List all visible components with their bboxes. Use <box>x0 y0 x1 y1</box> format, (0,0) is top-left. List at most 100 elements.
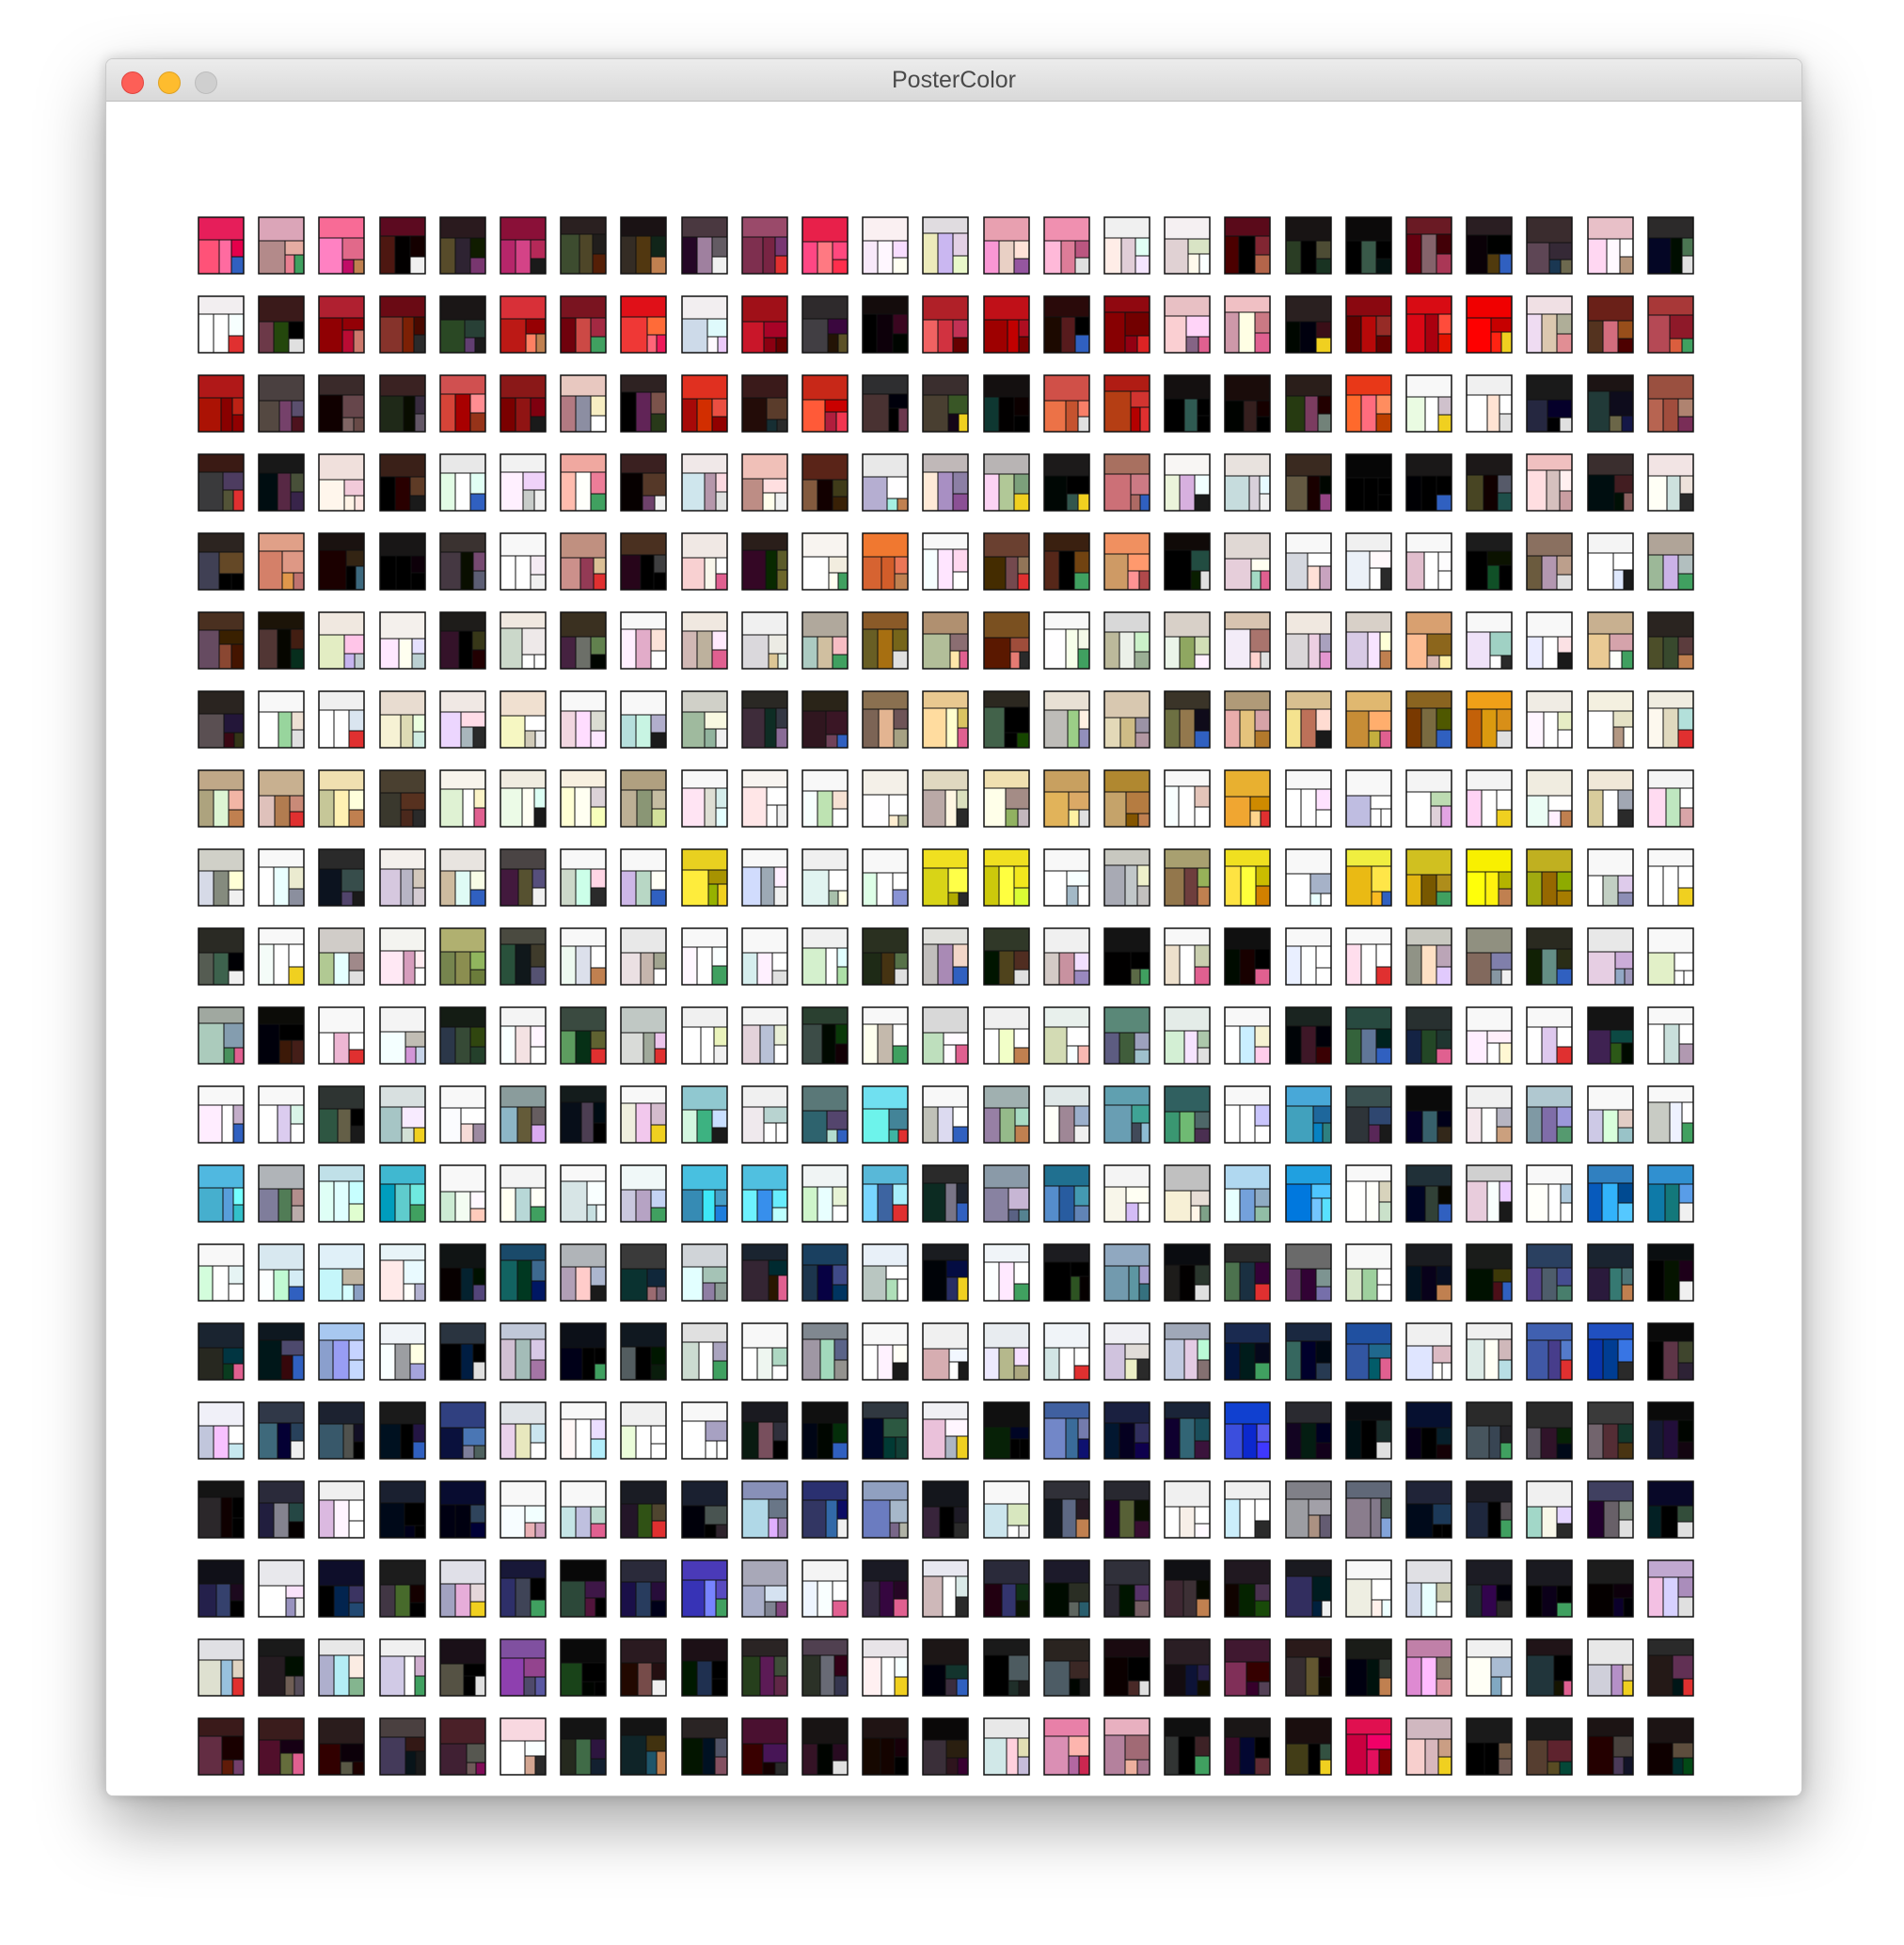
poster-swatch[interactable] <box>379 1717 426 1776</box>
poster-swatch[interactable] <box>1164 927 1211 986</box>
poster-swatch[interactable] <box>500 611 547 670</box>
poster-swatch[interactable] <box>500 1480 547 1539</box>
poster-swatch[interactable] <box>1103 1717 1150 1776</box>
poster-swatch[interactable] <box>801 532 849 591</box>
poster-swatch[interactable] <box>862 1401 909 1460</box>
poster-swatch[interactable] <box>439 1006 486 1065</box>
poster-swatch[interactable] <box>1405 216 1452 275</box>
poster-swatch[interactable] <box>1164 453 1211 512</box>
poster-swatch[interactable] <box>922 453 969 512</box>
poster-swatch[interactable] <box>198 1401 245 1460</box>
poster-swatch[interactable] <box>1285 532 1332 591</box>
poster-swatch[interactable] <box>560 216 607 275</box>
poster-swatch[interactable] <box>1103 216 1150 275</box>
poster-swatch[interactable] <box>1526 1164 1573 1223</box>
poster-swatch[interactable] <box>983 1480 1030 1539</box>
poster-swatch[interactable] <box>801 1243 849 1302</box>
poster-swatch[interactable] <box>258 769 305 828</box>
poster-swatch[interactable] <box>379 1559 426 1618</box>
poster-swatch[interactable] <box>801 295 849 354</box>
poster-swatch[interactable] <box>1526 1480 1573 1539</box>
poster-swatch[interactable] <box>258 1164 305 1223</box>
poster-swatch[interactable] <box>1103 927 1150 986</box>
poster-swatch[interactable] <box>1224 1559 1271 1618</box>
poster-swatch[interactable] <box>258 374 305 433</box>
poster-swatch[interactable] <box>1164 216 1211 275</box>
poster-swatch[interactable] <box>862 1717 909 1776</box>
poster-swatch[interactable] <box>741 1085 788 1144</box>
poster-swatch[interactable] <box>1526 690 1573 749</box>
poster-swatch[interactable] <box>439 453 486 512</box>
poster-swatch[interactable] <box>1647 453 1694 512</box>
poster-swatch[interactable] <box>1345 532 1392 591</box>
poster-swatch[interactable] <box>922 1559 969 1618</box>
poster-swatch[interactable] <box>1043 1401 1090 1460</box>
poster-swatch[interactable] <box>439 1322 486 1381</box>
poster-swatch[interactable] <box>1466 848 1513 907</box>
poster-swatch[interactable] <box>1285 1243 1332 1302</box>
poster-swatch[interactable] <box>1526 532 1573 591</box>
poster-swatch[interactable] <box>439 374 486 433</box>
poster-swatch[interactable] <box>1647 1559 1694 1618</box>
poster-swatch[interactable] <box>560 1243 607 1302</box>
poster-swatch[interactable] <box>741 1164 788 1223</box>
poster-swatch[interactable] <box>1103 690 1150 749</box>
poster-swatch[interactable] <box>1103 1085 1150 1144</box>
poster-swatch[interactable] <box>620 1401 667 1460</box>
poster-swatch[interactable] <box>1164 1638 1211 1697</box>
poster-swatch[interactable] <box>1285 690 1332 749</box>
poster-swatch[interactable] <box>801 374 849 433</box>
poster-swatch[interactable] <box>1647 848 1694 907</box>
poster-swatch[interactable] <box>258 1006 305 1065</box>
poster-swatch[interactable] <box>801 1401 849 1460</box>
poster-swatch[interactable] <box>983 611 1030 670</box>
poster-swatch[interactable] <box>1647 1164 1694 1223</box>
poster-swatch[interactable] <box>1587 690 1634 749</box>
poster-swatch[interactable] <box>1224 848 1271 907</box>
poster-swatch[interactable] <box>1285 1401 1332 1460</box>
poster-swatch[interactable] <box>439 848 486 907</box>
poster-swatch[interactable] <box>983 295 1030 354</box>
poster-swatch[interactable] <box>922 1638 969 1697</box>
poster-swatch[interactable] <box>620 1006 667 1065</box>
poster-swatch[interactable] <box>439 690 486 749</box>
poster-swatch[interactable] <box>862 216 909 275</box>
poster-swatch[interactable] <box>198 1085 245 1144</box>
poster-swatch[interactable] <box>198 216 245 275</box>
poster-swatch[interactable] <box>1466 1085 1513 1144</box>
poster-swatch[interactable] <box>801 1322 849 1381</box>
poster-swatch[interactable] <box>1224 1322 1271 1381</box>
poster-swatch[interactable] <box>1164 1243 1211 1302</box>
poster-swatch[interactable] <box>379 848 426 907</box>
poster-swatch[interactable] <box>741 690 788 749</box>
poster-swatch[interactable] <box>1345 848 1392 907</box>
poster-swatch[interactable] <box>439 1559 486 1618</box>
poster-swatch[interactable] <box>1405 1401 1452 1460</box>
poster-swatch[interactable] <box>922 1006 969 1065</box>
poster-swatch[interactable] <box>1526 1638 1573 1697</box>
poster-swatch[interactable] <box>1466 1717 1513 1776</box>
poster-swatch[interactable] <box>1043 848 1090 907</box>
poster-swatch[interactable] <box>862 1638 909 1697</box>
poster-swatch[interactable] <box>1526 1085 1573 1144</box>
poster-swatch[interactable] <box>1164 1480 1211 1539</box>
poster-swatch[interactable] <box>1285 1559 1332 1618</box>
poster-swatch[interactable] <box>862 453 909 512</box>
poster-swatch[interactable] <box>862 769 909 828</box>
poster-swatch[interactable] <box>1224 1401 1271 1460</box>
poster-swatch[interactable] <box>801 848 849 907</box>
poster-swatch[interactable] <box>318 1559 365 1618</box>
poster-swatch[interactable] <box>681 216 728 275</box>
poster-swatch[interactable] <box>500 1401 547 1460</box>
poster-swatch[interactable] <box>681 611 728 670</box>
poster-swatch[interactable] <box>681 1638 728 1697</box>
poster-swatch[interactable] <box>1345 1006 1392 1065</box>
poster-swatch[interactable] <box>1345 1243 1392 1302</box>
poster-swatch[interactable] <box>1285 1006 1332 1065</box>
poster-swatch[interactable] <box>741 453 788 512</box>
poster-swatch[interactable] <box>1345 1322 1392 1381</box>
poster-swatch[interactable] <box>379 1480 426 1539</box>
poster-swatch[interactable] <box>922 1243 969 1302</box>
poster-swatch[interactable] <box>801 690 849 749</box>
poster-swatch[interactable] <box>862 1559 909 1618</box>
